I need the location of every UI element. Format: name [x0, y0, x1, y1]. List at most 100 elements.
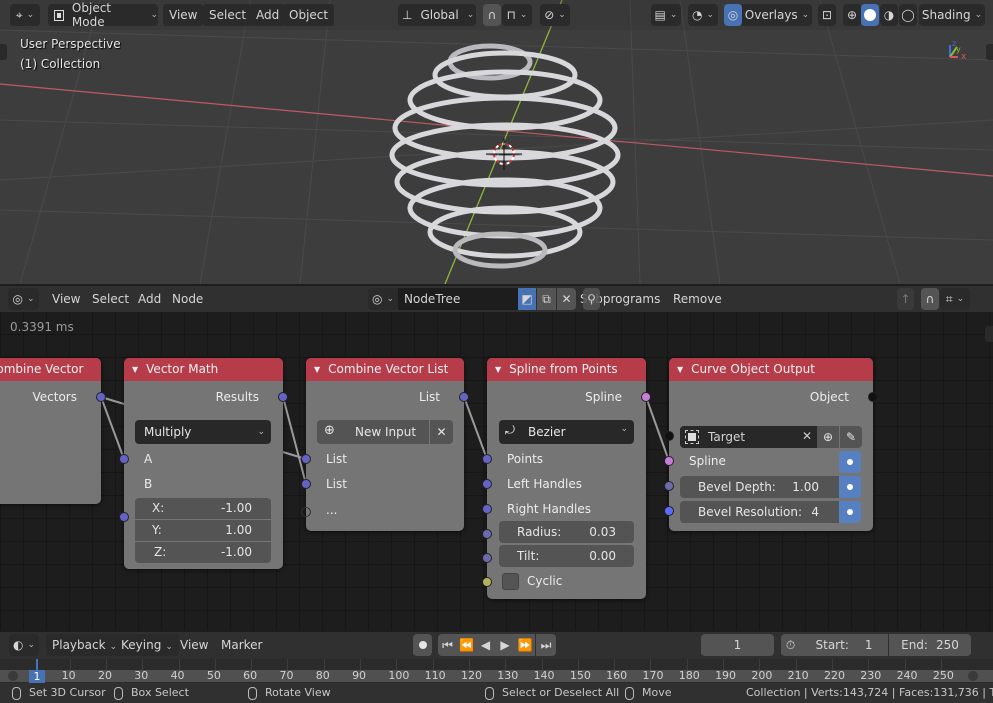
input-a-socket[interactable] [119, 454, 129, 464]
node-editor[interactable]: ◎ ⌄ View Select Add Node ◎ ⌄ NodeTree ◩ ⧉ … [0, 286, 993, 630]
node-header[interactable]: Combine Vector [0, 358, 101, 381]
output-list-socket[interactable] [459, 392, 469, 402]
target-object-field[interactable]: Target ✕ [680, 426, 817, 448]
bevel-depth-field[interactable]: Bevel Depth: 1.00 [680, 476, 839, 498]
jump-start-button[interactable]: ⏮ [438, 634, 457, 656]
input-right-handles-socket[interactable] [482, 504, 492, 514]
bevel-resolution-use-list-toggle[interactable] [839, 501, 861, 523]
input-points-socket[interactable] [482, 454, 492, 464]
node-curve-object-output[interactable]: ▼ Curve Object Output Object Target ✕ ⊕ ✎… [664, 358, 878, 531]
node-header[interactable]: ▼ Spline from Points [487, 358, 646, 381]
current-frame-field[interactable]: 1 [701, 634, 774, 656]
cyclic-checkbox[interactable] [502, 573, 519, 590]
collapse-triangle-icon[interactable]: ▼ [677, 365, 683, 374]
overlays-toggle[interactable]: ◎ [724, 4, 742, 26]
editor-type-button[interactable]: ◐ ⌄ [9, 634, 39, 656]
xray-toggle[interactable]: ⊡ [818, 4, 836, 26]
vector-x-field[interactable]: X: -1.00 [135, 498, 271, 519]
menu-object[interactable]: Object [283, 4, 335, 26]
next-keyframe-button[interactable]: ⏩ [515, 634, 535, 656]
toolbar-expand-toggle[interactable] [0, 44, 7, 60]
overlays-dropdown[interactable]: Overlays ⌄ [742, 4, 812, 26]
play-reverse-button[interactable]: ◀ [476, 634, 495, 656]
collapse-triangle-icon[interactable]: ▼ [132, 365, 138, 374]
eyedropper-button[interactable]: ✎ [840, 426, 862, 448]
new-input-button[interactable]: ⊕ New Input [317, 420, 429, 444]
playhead-frame-badge[interactable]: 1 [29, 670, 45, 683]
keying-dropdown[interactable]: Keying ⌄ [115, 634, 179, 656]
scroll-handle-left[interactable] [8, 671, 18, 681]
bevel-resolution-field[interactable]: Bevel Resolution: 4 [680, 501, 839, 523]
node-header[interactable]: ▼ Curve Object Output [669, 358, 873, 381]
selectability-button[interactable]: ◔ ⌄ [688, 4, 718, 26]
timeline[interactable]: ◐ ⌄ Playback ⌄ Keying ⌄ View Marker ⏮ ⏪ ◀ ▶… [0, 632, 993, 683]
shading-rendered-button[interactable]: ◯ [899, 4, 917, 26]
mode-dropdown[interactable]: Object Mode ⌄ [48, 1, 158, 29]
collapse-triangle-icon[interactable]: ▼ [314, 365, 320, 374]
tilt-field[interactable]: Tilt: 0.00 [499, 545, 634, 567]
output-results-socket[interactable] [278, 392, 288, 402]
output-spline-socket[interactable] [641, 392, 651, 402]
vector-y-field[interactable]: Y: 1.00 [135, 520, 271, 541]
playback-dropdown[interactable]: Playback ⌄ [46, 634, 124, 656]
input-new-socket[interactable] [301, 507, 311, 517]
shading-material-button[interactable]: ◑ [880, 4, 898, 26]
node-vector-math[interactable]: ▼ Vector Math Results Multiply ⌄ A B X: -1… [119, 358, 288, 569]
menu-view[interactable]: View [174, 634, 214, 656]
shading-solid-button[interactable] [861, 4, 879, 26]
input-radius-socket[interactable] [482, 529, 492, 539]
input-list-2-socket[interactable] [301, 479, 311, 489]
output-object-socket[interactable] [868, 392, 878, 402]
shading-dropdown[interactable]: Shading ⌄ [919, 4, 985, 26]
remove-input-button[interactable]: ✕ [430, 420, 453, 444]
transform-orientation-dropdown[interactable]: ⊥ Global ⌄ [398, 4, 476, 26]
operation-dropdown[interactable]: Multiply ⌄ [135, 420, 271, 444]
input-b-socket[interactable] [119, 512, 129, 522]
preview-range-toggle[interactable]: ⏱ [781, 634, 800, 656]
node-header[interactable]: ▼ Vector Math [124, 358, 283, 381]
bevel-depth-use-list-toggle[interactable] [839, 476, 861, 498]
input-target-socket[interactable] [664, 431, 674, 441]
start-frame-field[interactable]: Start: 1 [800, 634, 888, 656]
jump-end-button[interactable]: ⏭ [536, 634, 556, 656]
input-bevel-depth-socket[interactable] [664, 481, 674, 491]
input-spline-socket[interactable] [664, 456, 674, 466]
node-combine-vector[interactable]: Combine Vector Vectors [0, 358, 106, 504]
prev-keyframe-button[interactable]: ⏪ [457, 634, 476, 656]
node-spline-from-points[interactable]: ▼ Spline from Points Spline ⤾ Bezier ⌄ Po… [482, 358, 651, 599]
radius-field[interactable]: Radius: 0.03 [499, 521, 634, 543]
vector-z-field[interactable]: Z: -1.00 [135, 542, 271, 563]
collapse-triangle-icon[interactable]: ▼ [495, 365, 501, 374]
sidebar-expand-toggle[interactable] [986, 44, 993, 60]
proportional-editing-button[interactable]: ⊘ ⌄ [540, 4, 570, 26]
input-list-1-socket[interactable] [301, 454, 311, 464]
clear-target-icon[interactable]: ✕ [802, 429, 812, 443]
play-button[interactable]: ▶ [495, 634, 515, 656]
node-sidebar-toggle[interactable] [985, 326, 993, 342]
spiral-curve-object[interactable] [389, 43, 621, 269]
record-button[interactable] [413, 634, 432, 656]
menu-add[interactable]: Add [250, 4, 286, 26]
snapping-button[interactable]: ⊓ ⌄ [502, 4, 532, 26]
scroll-handle-right[interactable] [968, 671, 978, 681]
output-vectors-socket[interactable] [96, 392, 106, 402]
menu-marker[interactable]: Marker [215, 634, 268, 656]
shading-wireframe-button[interactable]: ⊕ [843, 4, 861, 26]
spline-type-dropdown[interactable]: ⤾ Bezier ⌄ [499, 420, 634, 444]
menu-select[interactable]: Select [203, 4, 253, 26]
new-object-button[interactable]: ⊕ [817, 426, 839, 448]
menu-view[interactable]: View [163, 4, 204, 26]
spline-use-list-toggle[interactable] [839, 451, 861, 473]
input-cyclic-socket[interactable] [482, 577, 492, 587]
pivot-point-button[interactable]: ∩ [483, 4, 501, 26]
3d-cursor-icon[interactable] [486, 138, 522, 170]
input-tilt-socket[interactable] [482, 553, 492, 563]
object-visibility-button[interactable]: ▤ ⌄ [651, 4, 681, 26]
input-bevel-resolution-socket[interactable] [664, 506, 674, 516]
viewport-scene[interactable]: z y x [0, 0, 993, 284]
editor-type-button[interactable]: ⌖ ⌄ [10, 4, 40, 26]
timeline-ruler[interactable]: 10 20 30 40 50 60 70 80 90 100 110 120 130 140 150 160 1… [0, 659, 993, 683]
node-header[interactable]: ▼ Combine Vector List [306, 358, 464, 381]
node-combine-vector-list[interactable]: ▼ Combine Vector List List ⊕ New Input ✕ … [301, 358, 469, 531]
input-left-handles-socket[interactable] [482, 479, 492, 489]
